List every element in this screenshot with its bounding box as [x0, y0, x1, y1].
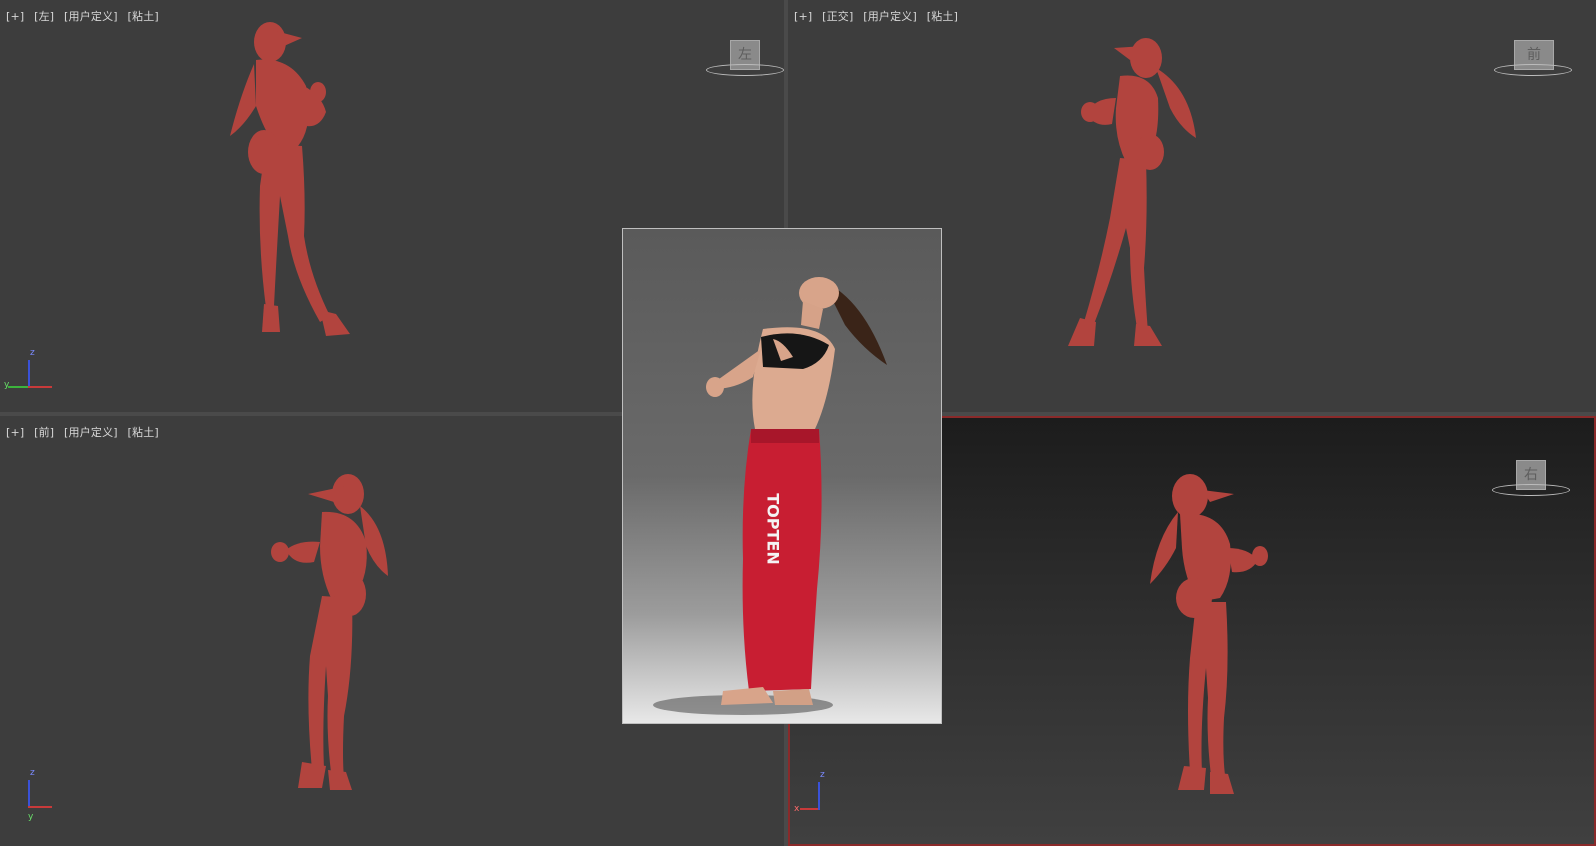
pants-logo-text: TOPTEN	[764, 493, 783, 564]
viewcube[interactable]: 右	[1492, 456, 1574, 502]
viewport-menu-plus[interactable]: [+]	[6, 426, 24, 439]
clay-figure-front[interactable]	[262, 466, 402, 806]
axis-x-line	[800, 808, 818, 810]
viewport-menu-view[interactable]: [正交]	[822, 10, 853, 23]
axis-z-line	[28, 780, 30, 808]
viewport-menu-view[interactable]: [前]	[34, 426, 54, 439]
viewport-menu-plus[interactable]: [+]	[794, 10, 812, 23]
clay-figure-side[interactable]	[210, 16, 380, 346]
viewcube-ring[interactable]	[1494, 64, 1572, 76]
viewcube-ring[interactable]	[706, 64, 784, 76]
axis-z-label: z	[30, 768, 35, 778]
viewcube[interactable]: 前	[1494, 36, 1576, 82]
axis-x-label: x	[794, 804, 800, 814]
viewcube[interactable]: 左	[706, 36, 784, 82]
axis-z-line	[818, 782, 820, 810]
viewport-menu-shading[interactable]: [用户定义]	[863, 10, 917, 23]
axis-z-label: z	[820, 770, 825, 780]
axis-z-line	[28, 360, 30, 388]
axis-x-line	[28, 806, 52, 808]
axis-gizmo: z y	[4, 768, 52, 822]
axis-y-label: y	[4, 380, 10, 390]
reference-photo[interactable]: TOPTEN	[622, 228, 942, 724]
axis-gizmo: z y	[4, 348, 52, 396]
viewcube-ring[interactable]	[1492, 484, 1570, 496]
viewport-menu-material[interactable]: [粘土]	[128, 426, 159, 439]
viewport-menu-material[interactable]: [粘土]	[128, 10, 159, 23]
viewport-menu-shading[interactable]: [用户定义]	[64, 10, 118, 23]
axis-y-label: y	[28, 812, 34, 822]
axis-x-line	[28, 386, 52, 388]
viewport-menu-plus[interactable]: [+]	[6, 10, 24, 23]
viewport-label: [+] [正交] [用户定义] [粘土]	[794, 8, 964, 24]
clay-figure-ortho[interactable]	[1050, 28, 1210, 358]
viewport-menu-material[interactable]: [粘土]	[927, 10, 958, 23]
axis-gizmo: z x	[794, 770, 834, 818]
clay-figure-perspective[interactable]	[1150, 468, 1290, 808]
viewport-label: [+] [前] [用户定义] [粘土]	[6, 424, 165, 440]
axis-z-label: z	[30, 348, 35, 358]
axis-y-line	[8, 386, 28, 388]
viewport-label: [+] [左] [用户定义] [粘土]	[6, 8, 165, 24]
viewport-menu-shading[interactable]: [用户定义]	[64, 426, 118, 439]
viewport-menu-view[interactable]: [左]	[34, 10, 54, 23]
